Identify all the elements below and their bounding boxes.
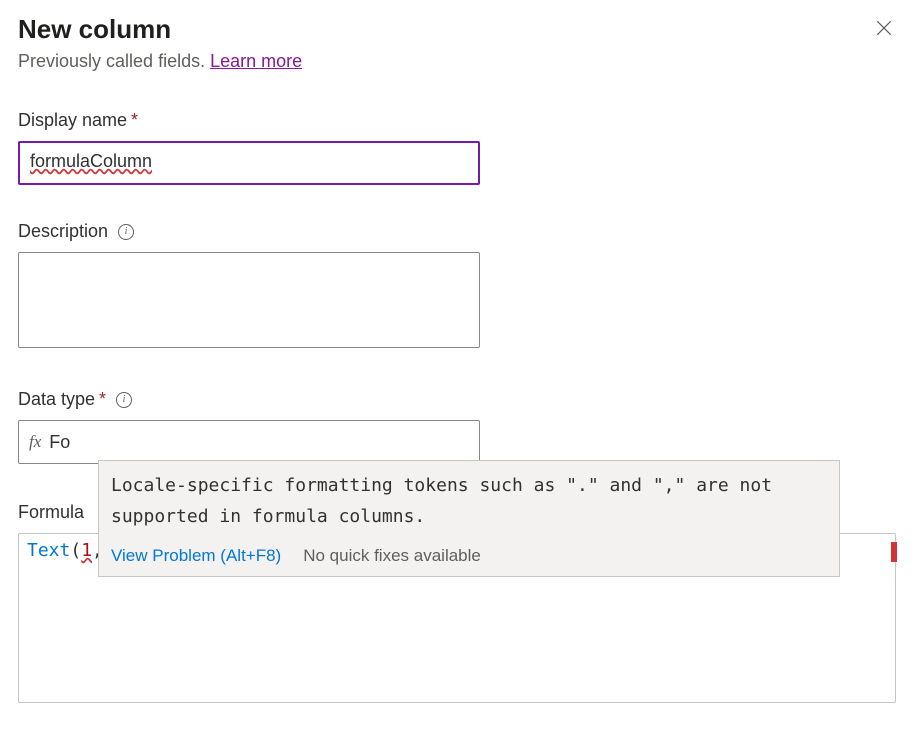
formula-token-open: (	[70, 540, 81, 561]
view-problem-link[interactable]: View Problem (Alt+F8)	[111, 546, 281, 566]
subtitle-text: Previously called fields.	[18, 51, 210, 71]
data-type-label: Data type	[18, 389, 95, 410]
display-name-label: Display name	[18, 110, 127, 131]
display-name-input[interactable]: formulaColumn	[18, 141, 480, 185]
fx-icon: fx	[29, 432, 41, 452]
display-name-value: formulaColumn	[30, 151, 152, 171]
info-icon[interactable]: i	[116, 392, 132, 408]
formula-label: Formula	[18, 502, 84, 523]
page-title: New column	[18, 14, 171, 45]
error-marker[interactable]	[891, 542, 897, 562]
description-label: Description	[18, 221, 108, 242]
required-indicator: *	[99, 389, 106, 410]
close-button[interactable]	[874, 18, 898, 42]
close-icon	[874, 18, 894, 38]
description-input[interactable]	[18, 252, 480, 348]
data-type-select[interactable]: fx Fo	[18, 420, 480, 464]
data-type-value: Fo	[49, 432, 70, 453]
error-tooltip: Locale-specific formatting tokens such a…	[98, 460, 840, 577]
formula-token-function: Text	[27, 540, 70, 561]
info-icon[interactable]: i	[118, 224, 134, 240]
subtitle: Previously called fields. Learn more	[18, 51, 898, 72]
formula-token-number: 1	[81, 540, 92, 561]
tooltip-message: Locale-specific formatting tokens such a…	[111, 471, 827, 532]
no-fixes-text: No quick fixes available	[303, 546, 481, 566]
required-indicator: *	[131, 110, 138, 131]
learn-more-link[interactable]: Learn more	[210, 51, 302, 71]
